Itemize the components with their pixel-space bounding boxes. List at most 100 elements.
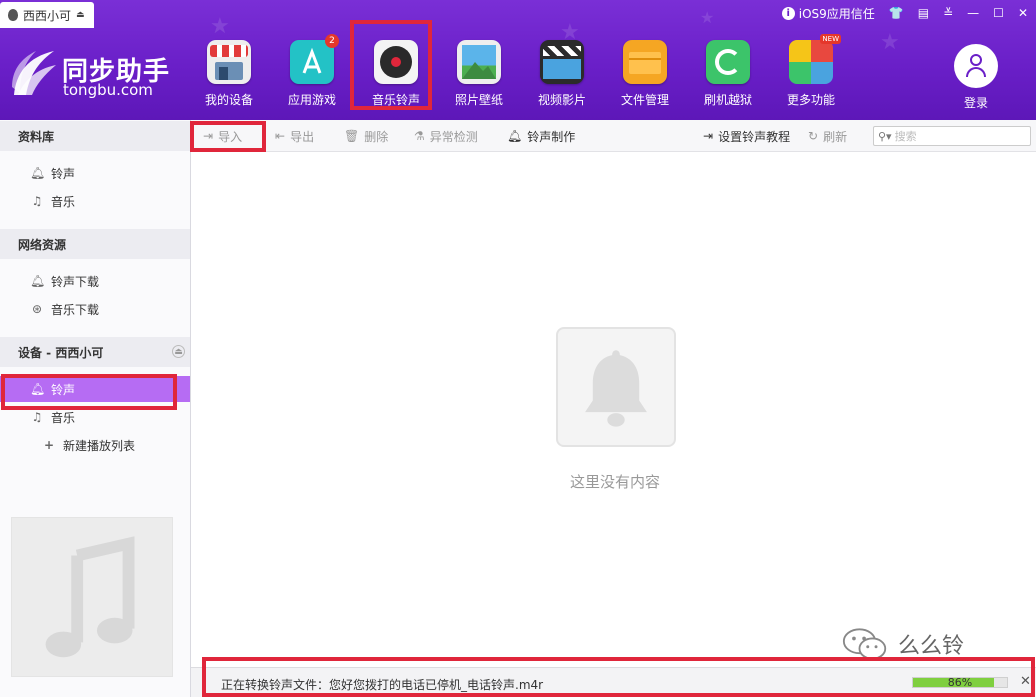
- refresh-icon: [706, 40, 750, 84]
- section-network: 网络资源: [0, 229, 190, 259]
- appstore-icon: 2: [290, 34, 339, 84]
- sidebar-item-label: 音乐: [51, 410, 76, 425]
- detect-button[interactable]: ⚗ 异常检测: [414, 120, 478, 152]
- minimize-icon[interactable]: —: [967, 7, 979, 19]
- nav-label: 照片壁纸: [454, 93, 503, 107]
- login-label: 登录: [963, 96, 988, 110]
- section-library: 资料库: [0, 121, 190, 151]
- music-note-icon: ♫: [31, 410, 43, 424]
- music-note-icon: [45, 536, 135, 658]
- conversion-status-text: 正在转换铃声文件：您好您拨打的电话已停机_电话铃声.m4r: [221, 678, 544, 692]
- nav-more-features[interactable]: NEW 更多功能: [769, 34, 853, 114]
- nav-label: 刷机越狱: [703, 93, 752, 107]
- eject-device-icon[interactable]: ⏏: [172, 345, 185, 358]
- nav-music-ringtone[interactable]: 音乐铃声: [354, 40, 438, 114]
- trash-icon: 🗑︎: [344, 129, 360, 143]
- ios9-trust-label: iOS9应用信任: [798, 6, 875, 21]
- search-icon: ⚲▾: [878, 129, 892, 143]
- refresh-label: 刷新: [823, 129, 848, 144]
- toolbar: ⇥ 导入 ⇤ 导出 🗑︎ 删除 ⚗ 异常检测 🔔︎ 铃声制作 ⇥ 设置铃声教程 …: [191, 120, 1036, 152]
- empty-state-text: 这里没有内容: [569, 473, 660, 491]
- chat-icon[interactable]: ▤: [918, 7, 929, 19]
- sidebar-item-library-music[interactable]: ♫ 音乐: [0, 188, 190, 214]
- device-tab[interactable]: 西西小可 ⏏: [0, 2, 94, 28]
- grid-icon: NEW: [789, 34, 841, 84]
- user-icon: [954, 44, 998, 88]
- sidebar-item-label: 铃声下载: [51, 274, 100, 289]
- close-icon[interactable]: ✕: [1020, 674, 1031, 689]
- sidebar-item-label: 音乐: [51, 194, 76, 209]
- sidebar-item-label: 铃声: [51, 382, 76, 397]
- music-note-icon: ♫: [31, 194, 43, 208]
- logo-fan-icon: [12, 51, 56, 95]
- delete-button[interactable]: 🗑︎ 删除: [344, 120, 388, 152]
- device-tab-label: 西西小可: [23, 8, 72, 23]
- sidebar-item-label: 铃声: [51, 166, 76, 181]
- nav-video[interactable]: 视频影片: [520, 40, 604, 114]
- nav-file-manager[interactable]: 文件管理: [603, 40, 687, 114]
- nav-label: 视频影片: [537, 93, 586, 107]
- ringtone-tutorial-button[interactable]: ⇥ 设置铃声教程: [703, 120, 790, 152]
- ios9-trust-link[interactable]: i iOS9应用信任: [781, 5, 875, 22]
- store-icon: [207, 40, 251, 84]
- clapper-icon: [540, 40, 584, 84]
- search-input[interactable]: [894, 129, 1015, 143]
- nav-apps-games[interactable]: 2 应用游戏: [270, 34, 354, 114]
- plus-icon: +: [43, 438, 55, 452]
- refresh-icon: ↻: [808, 129, 819, 143]
- sidebar-item-device-ringtone[interactable]: 🔔︎ 铃声: [0, 376, 190, 402]
- delete-label: 删除: [364, 129, 389, 144]
- watermark-text: 么么铃: [898, 634, 965, 659]
- album-art-placeholder: [11, 517, 173, 677]
- photo-icon: [457, 40, 501, 84]
- folder-icon: [623, 40, 667, 84]
- sidebar-item-label: 音乐下载: [51, 302, 100, 317]
- flask-icon: ⚗: [414, 129, 425, 143]
- nav-label: 我的设备: [204, 93, 253, 107]
- refresh-button[interactable]: ↻ 刷新: [808, 120, 847, 152]
- bg-star-decoration: ★: [210, 14, 230, 39]
- export-button[interactable]: ⇤ 导出: [275, 120, 314, 152]
- bell-icon: 🔔︎: [30, 382, 46, 396]
- nav-label: 更多功能: [786, 93, 835, 107]
- login-button[interactable]: 登录: [952, 44, 1000, 114]
- info-icon: i: [781, 6, 795, 20]
- app-header: ★ ★ ★ ★ 西西小可 ⏏ i iOS9应用信任 👕 ▤ ≚ — ☐ ✕ 同步…: [0, 0, 1036, 120]
- shirt-icon[interactable]: 👕: [889, 7, 904, 19]
- bell-icon: 🔔︎: [30, 274, 46, 288]
- section-device-label: 设备 - 西西小可: [18, 345, 104, 360]
- logo-url: tongbu.com: [63, 81, 153, 99]
- bg-star-decoration: ★: [700, 8, 715, 27]
- nav-flash-jailbreak[interactable]: 刷机越狱: [686, 40, 770, 114]
- make-ringtone-label: 铃声制作: [527, 129, 576, 144]
- watermark: 么么铃: [842, 627, 964, 661]
- progress-label: 86%: [947, 676, 973, 689]
- import-button[interactable]: ⇥ 导入: [203, 120, 242, 152]
- export-icon: ⇤: [275, 129, 286, 143]
- music-disc-icon: ⊛: [31, 302, 43, 316]
- sidebar-item-ringtone-download[interactable]: 🔔︎ 铃声下载: [0, 268, 190, 294]
- update-count-badge: 2: [325, 34, 339, 48]
- close-icon[interactable]: ✕: [1018, 7, 1028, 19]
- sidebar-item-device-music[interactable]: ♫ 音乐: [0, 404, 190, 430]
- search-box[interactable]: ⚲▾: [873, 126, 1031, 146]
- menu-icon[interactable]: ≚: [943, 7, 953, 19]
- export-label: 导出: [290, 129, 315, 144]
- nav-my-device[interactable]: 我的设备: [187, 40, 271, 114]
- sidebar-item-new-playlist[interactable]: + 新建播放列表: [0, 432, 190, 458]
- nav-photo-wallpaper[interactable]: 照片壁纸: [437, 40, 521, 114]
- make-ringtone-button[interactable]: 🔔︎ 铃声制作: [507, 120, 575, 152]
- apple-icon: [8, 9, 18, 21]
- eject-icon[interactable]: ⏏: [76, 10, 85, 20]
- import-label: 导入: [218, 129, 243, 144]
- sidebar-item-library-ringtone[interactable]: 🔔︎ 铃声: [0, 160, 190, 186]
- bg-star-decoration: ★: [880, 30, 900, 55]
- wechat-icon: [842, 628, 887, 660]
- tutorial-icon: ⇥: [703, 129, 714, 143]
- maximize-icon[interactable]: ☐: [993, 7, 1004, 19]
- bell-icon: [585, 350, 647, 427]
- sidebar-item-music-download[interactable]: ⊛ 音乐下载: [0, 296, 190, 322]
- detect-label: 异常检测: [429, 129, 478, 144]
- sidebar: 资料库 🔔︎ 铃声 ♫ 音乐 网络资源 🔔︎ 铃声下载 ⊛ 音乐下载 设备 - …: [0, 120, 191, 697]
- nav-label: 应用游戏: [287, 93, 336, 107]
